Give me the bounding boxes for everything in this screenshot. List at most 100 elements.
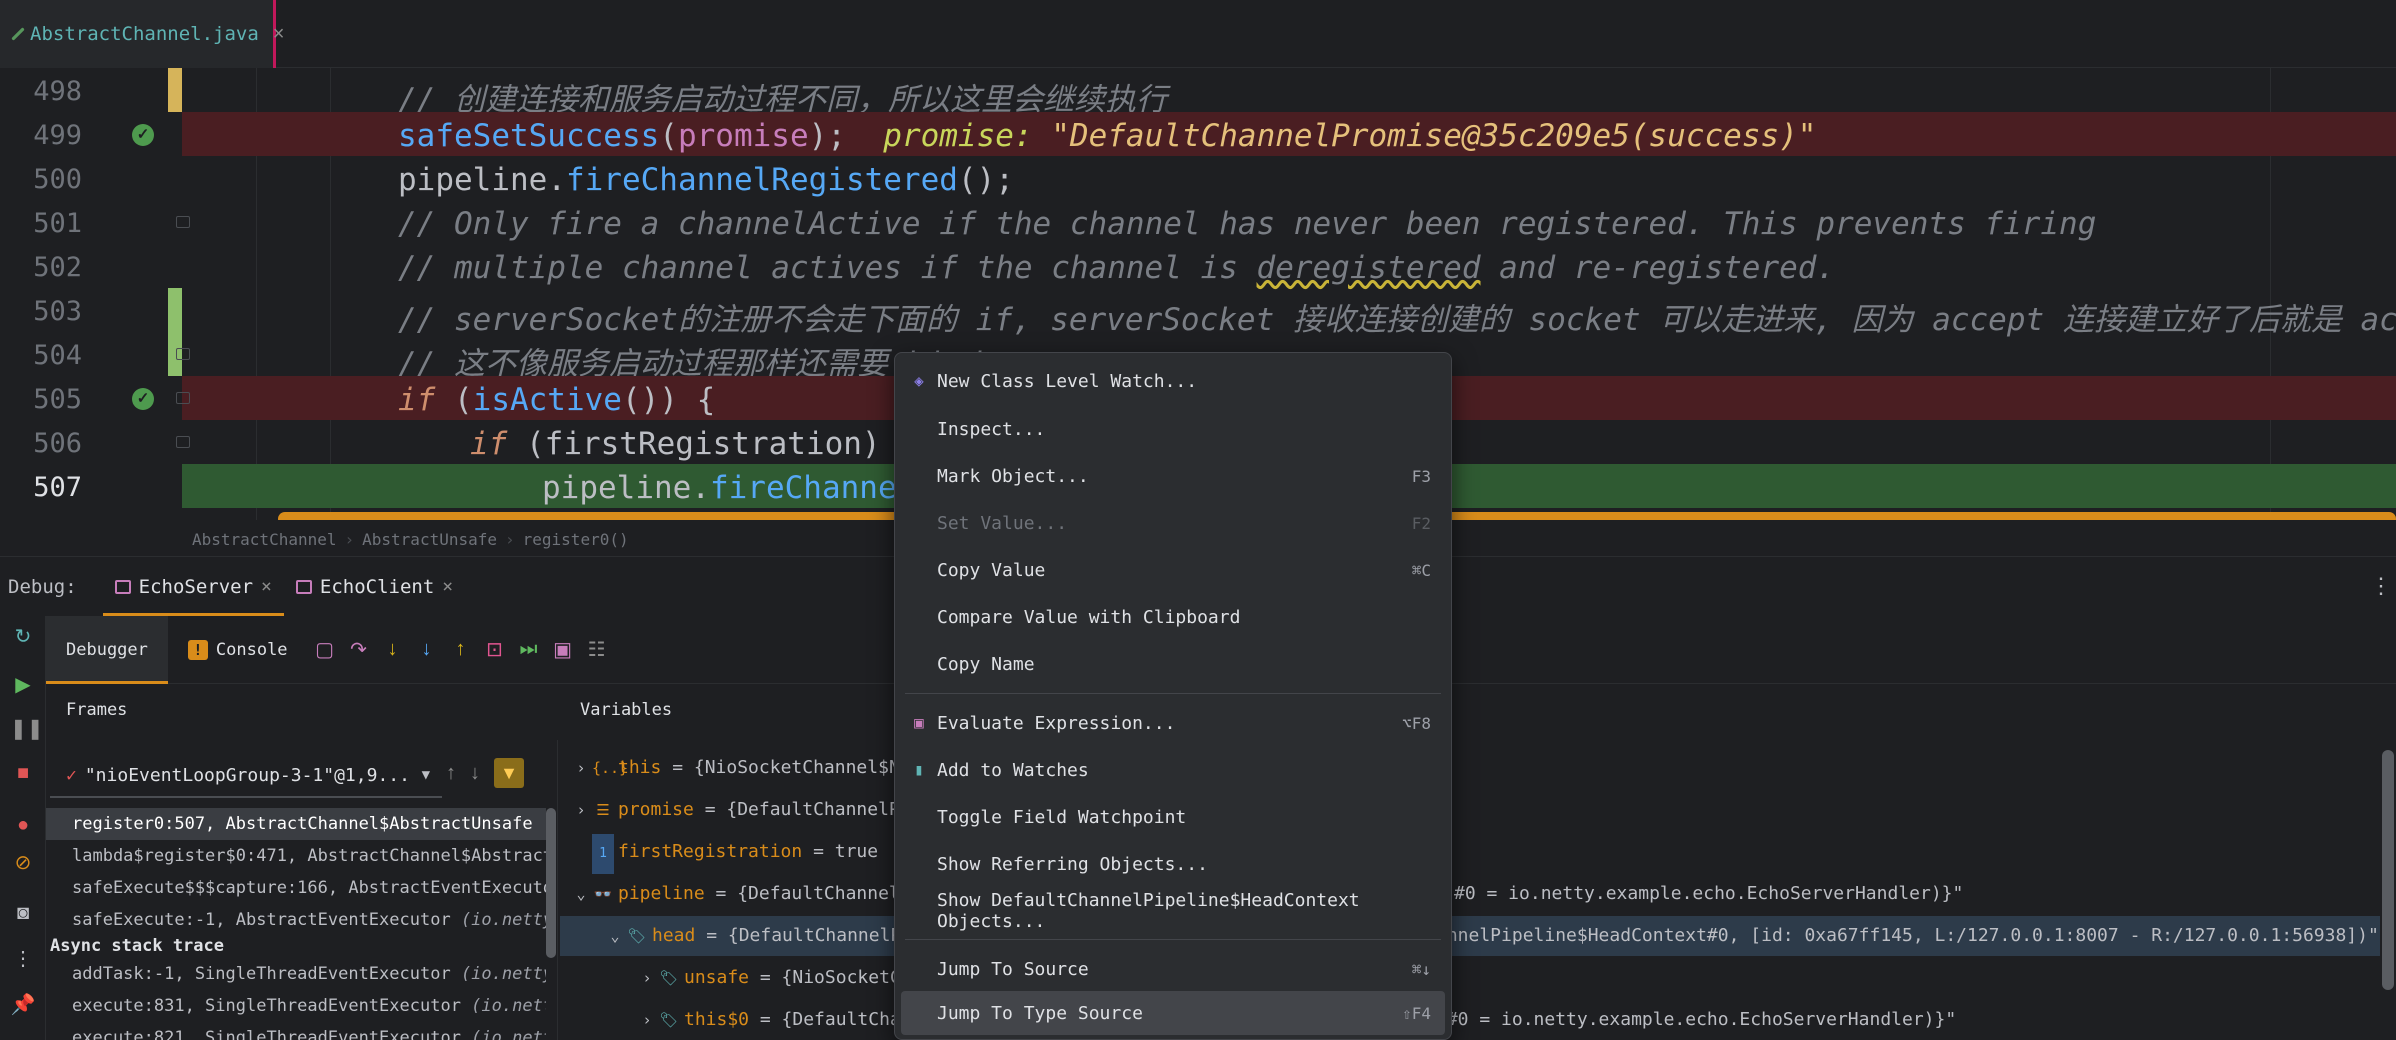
stop-icon[interactable]: ■ — [10, 760, 36, 786]
frame-row[interactable]: addTask:-1, SingleThreadEventExecutor (i… — [46, 958, 546, 990]
menu-item-jump-to-type-source[interactable]: Jump To Type Source ⇧F4 — [901, 991, 1445, 1035]
breadcrumb-item[interactable]: AbstractChannel — [192, 530, 337, 549]
variable-row[interactable]: › ☰ promise = {DefaultChannelPro — [560, 790, 2380, 830]
menu-item-show-referring-objects[interactable]: Show Referring Objects... — [901, 842, 1445, 886]
menu-item-evaluate-expression[interactable]: ▣ Evaluate Expression... ⌥F8 — [901, 701, 1445, 745]
rerun-icon[interactable]: ↻ — [10, 624, 36, 650]
thread-name: "nioEventLoopGroup-3-1"@1,9... — [84, 764, 410, 786]
variable-row[interactable]: › 🏷 unsafe = {NioSocketChan — [560, 958, 2380, 998]
line-number[interactable]: 502 — [22, 252, 82, 283]
editor-tab-bar: AbstractChannel.java × — [0, 0, 2396, 68]
frame-row[interactable]: register0:507, AbstractChannel$AbstractU… — [46, 808, 546, 840]
arrow-up-icon[interactable]: ↑ — [446, 762, 456, 785]
menu-item-show-headcontext-objects[interactable]: Show DefaultChannelPipeline$HeadContext … — [901, 889, 1445, 933]
menu-item-new-class-level-watch[interactable]: ◈ New Class Level Watch... — [901, 359, 1445, 403]
variables-scrollbar[interactable] — [2382, 750, 2394, 990]
frames-scrollbar[interactable] — [546, 808, 556, 958]
breadcrumb-item[interactable]: register0() — [523, 530, 629, 549]
line-number[interactable]: 505 — [22, 384, 82, 415]
variable-row[interactable]: ⌄ 👓 pipeline = {DefaultChannelPi #0 = io.n… — [560, 874, 2380, 914]
line-number[interactable]: 498 — [22, 76, 82, 107]
line-number[interactable]: 506 — [22, 428, 82, 459]
fold-icon[interactable] — [176, 392, 190, 404]
evaluate-expression-icon[interactable]: ▣ — [546, 637, 580, 662]
pin-icon[interactable]: 📌 — [10, 992, 36, 1018]
fold-icon[interactable] — [176, 436, 190, 448]
breakpoint-verified-icon[interactable]: ✓ — [132, 124, 154, 146]
frame-row[interactable]: execute:821, SingleThreadEventExecutor (… — [46, 1022, 546, 1040]
menu-item-jump-to-source[interactable]: Jump To Source ⌘↓ — [901, 947, 1445, 991]
close-icon[interactable]: × — [442, 576, 453, 597]
comment: // Only fire a channelActive if the chan… — [398, 206, 2097, 242]
variables-panel: › {..}this = {NioSocketChannel$Nio › ☰ prom… — [560, 740, 2396, 1040]
menu-item-copy-value[interactable]: Copy Value ⌘C — [901, 548, 1445, 592]
change-marker[interactable] — [168, 288, 182, 332]
code-text: if (firstRegistration) { — [470, 426, 918, 462]
mute-breakpoints-icon[interactable]: ⊘ — [10, 850, 36, 876]
line-number[interactable]: 507 — [22, 472, 82, 503]
more-options-icon[interactable]: ⋮ — [2370, 573, 2392, 599]
view-breakpoints-icon[interactable]: ● — [10, 812, 36, 838]
menu-item-mark-object[interactable]: Mark Object... F3 — [901, 454, 1445, 498]
code-text: pipeline.fireChannelRegistered(); — [398, 162, 1014, 198]
chevron-right-icon[interactable]: › — [570, 748, 592, 788]
menu-item-add-to-watches[interactable]: ▮ Add to Watches — [901, 748, 1445, 792]
force-step-into-icon[interactable]: ↓ — [410, 638, 444, 661]
frame-row[interactable]: lambda$register$0:471, AbstractChannel$A… — [46, 840, 546, 872]
variable-row-selected[interactable]: ⌄ 🏷 head = {DefaultChannelPip annelPipelin… — [560, 916, 2380, 956]
step-into-icon[interactable]: ↓ — [376, 638, 410, 661]
typo-warning: deregistered — [1256, 250, 1481, 286]
drop-frame-icon[interactable]: ⊡ — [478, 637, 512, 662]
variable-row[interactable]: › 🏷 this$0 = {DefaultChanne r#0 = io.netty… — [560, 1000, 2380, 1040]
close-icon[interactable]: × — [261, 576, 272, 597]
resume-icon[interactable]: ▶ — [10, 672, 36, 698]
filter-icon[interactable]: ▼ — [494, 758, 524, 788]
variable-row[interactable]: 1 firstRegistration = true — [560, 832, 2380, 874]
arrow-down-icon[interactable]: ↓ — [470, 762, 480, 785]
fold-icon[interactable] — [176, 216, 190, 228]
variable-row[interactable]: › {..}this = {NioSocketChannel$Nio — [560, 748, 2380, 788]
breadcrumb-item[interactable]: AbstractUnsafe — [362, 530, 497, 549]
close-icon[interactable]: × — [273, 23, 285, 46]
line-number[interactable]: 503 — [22, 296, 82, 327]
session-tab-echoclient[interactable]: EchoClient × — [284, 557, 465, 617]
line-number[interactable]: 504 — [22, 340, 82, 371]
code-line: 498 // 创建连接和服务启动过程不同，所以这里会继续执行 — [0, 68, 2396, 118]
breakpoint-verified-icon[interactable]: ✓ — [132, 388, 154, 410]
menu-item-toggle-field-watchpoint[interactable]: Toggle Field Watchpoint — [901, 795, 1445, 839]
thread-selector[interactable]: ✓ "nioEventLoopGroup-3-1"@1,9... ▼ — [50, 754, 442, 798]
field-icon: ☰ — [596, 801, 610, 819]
chevron-right-icon[interactable]: › — [636, 958, 658, 998]
chevron-down-icon[interactable]: ⌄ — [604, 916, 626, 956]
step-over-icon[interactable]: ↷ — [342, 637, 376, 662]
line-number[interactable]: 500 — [22, 164, 82, 195]
line-number[interactable]: 499 — [22, 120, 82, 151]
inline-debug-value: "DefaultChannelPromise@35c209e5(success)… — [1051, 118, 1817, 154]
pause-icon[interactable]: ❚❚ — [10, 716, 44, 742]
menu-item-copy-name[interactable]: Copy Name — [901, 642, 1445, 686]
change-marker[interactable] — [168, 68, 182, 112]
more-icon[interactable]: ⋮ — [10, 946, 36, 972]
tab-console[interactable]: ! Console — [168, 616, 308, 684]
restore-layout-icon[interactable]: ▢ — [308, 637, 342, 662]
line-number[interactable]: 501 — [22, 208, 82, 239]
step-out-icon[interactable]: ↑ — [444, 638, 478, 661]
frame-row[interactable]: safeExecute$$$capture:166, AbstractEvent… — [46, 872, 546, 904]
code-text: pipeline.fireChannel — [542, 470, 916, 506]
menu-item-inspect[interactable]: Inspect... — [901, 407, 1445, 451]
tab-debugger[interactable]: Debugger — [46, 615, 168, 684]
menu-item-compare-value[interactable]: Compare Value with Clipboard — [901, 595, 1445, 639]
run-to-cursor-icon[interactable]: ⏭ — [512, 638, 546, 661]
menu-separator — [905, 939, 1441, 940]
camera-icon[interactable]: ◙ — [10, 900, 36, 926]
chevron-right-icon[interactable]: › — [570, 790, 592, 830]
frame-row[interactable]: execute:831, SingleThreadEventExecutor (… — [46, 990, 546, 1022]
tab-abstractchannel-java[interactable]: AbstractChannel.java × — [0, 0, 284, 68]
fold-icon[interactable] — [176, 348, 190, 360]
chevron-down-icon: ▼ — [421, 767, 430, 783]
line-number[interactable]: 508 — [22, 516, 82, 520]
session-tab-echoserver[interactable]: EchoServer × — [102, 557, 285, 617]
chevron-down-icon[interactable]: ⌄ — [570, 874, 592, 914]
trace-settings-icon[interactable]: ☷ — [580, 637, 614, 662]
chevron-right-icon[interactable]: › — [636, 1000, 658, 1040]
